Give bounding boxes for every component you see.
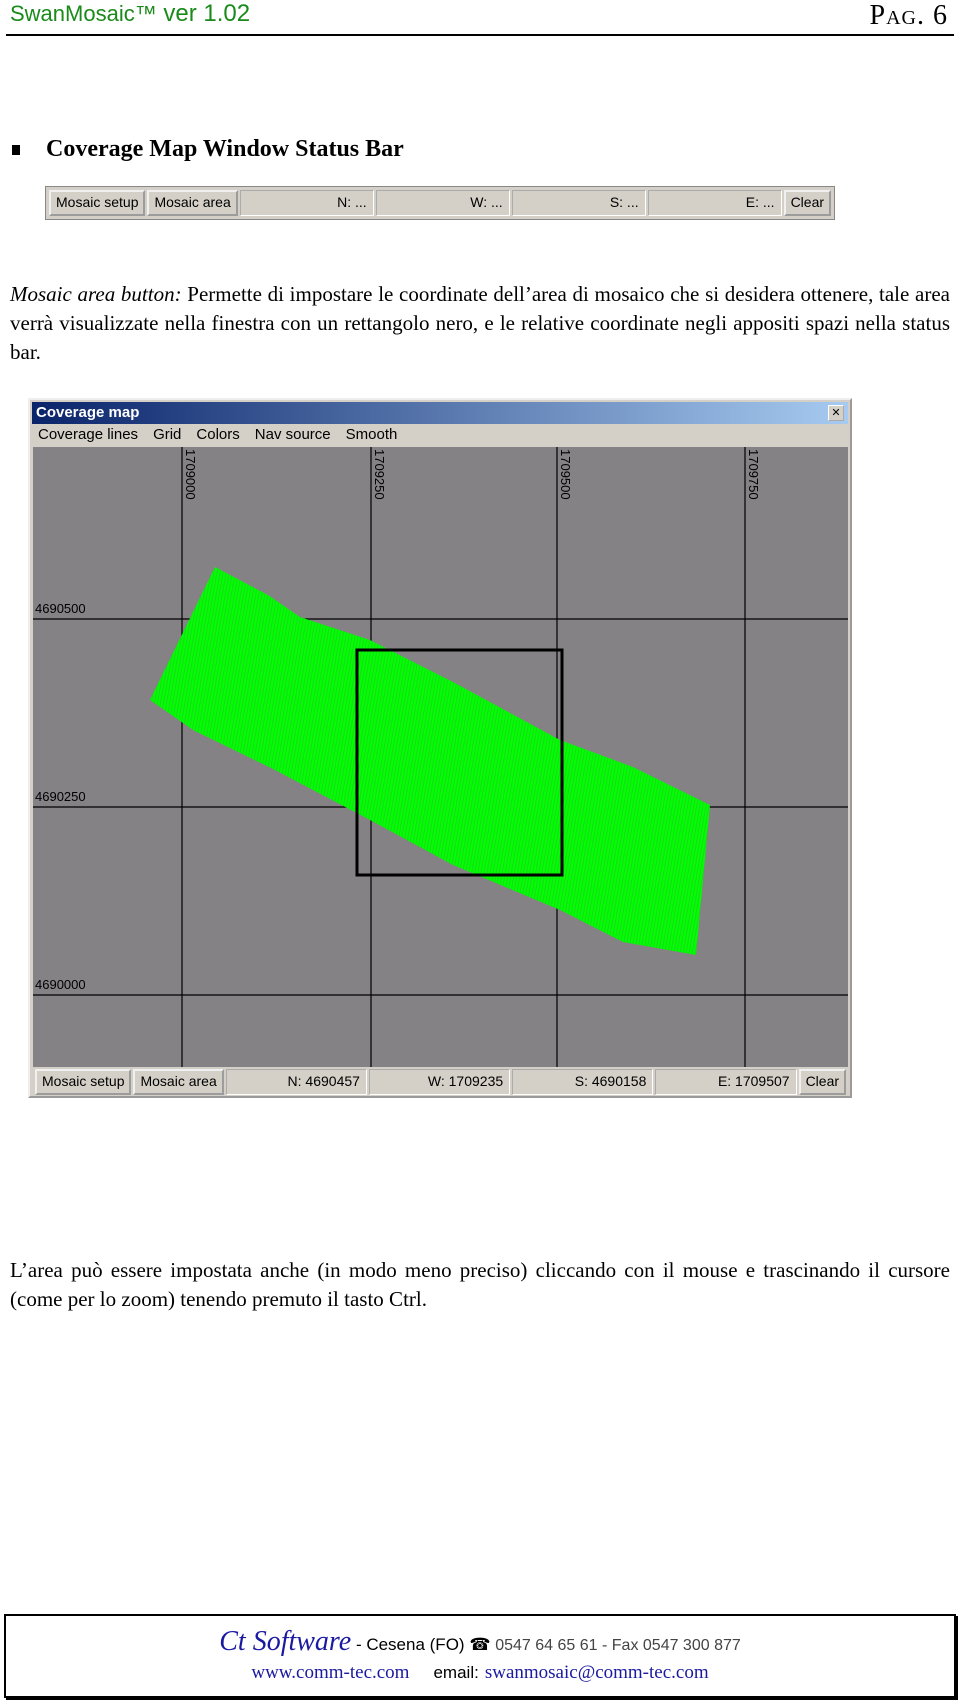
east-field: E: 1709507 <box>655 1069 797 1095</box>
email-label: email: <box>433 1663 479 1682</box>
statusbar-example: Mosaic setup Mosaic area N: ... W: ... S… <box>45 186 835 220</box>
website-link[interactable]: www.comm-tec.com <box>251 1662 409 1683</box>
x-label: 1709250 <box>372 449 387 500</box>
section-heading: Coverage Map Window Status Bar <box>12 136 404 163</box>
west-field: W: 1709235 <box>368 1069 511 1095</box>
page-number: Pag. 6 <box>869 0 948 31</box>
coverage-map-window: Coverage map ✕ Coverage lines Grid Color… <box>28 398 852 1098</box>
footer: Ct Software - Cesena (FO) ☎ 0547 64 65 6… <box>4 1614 956 1698</box>
window-statusbar: Mosaic setup Mosaic area N: 4690457 W: 1… <box>33 1068 848 1096</box>
paragraph-mosaic-area: Mosaic area button: Permette di impostar… <box>10 280 950 367</box>
y-label: 4690000 <box>35 977 86 992</box>
close-icon[interactable]: ✕ <box>828 405 844 421</box>
south-field: S: 4690158 <box>512 1069 654 1095</box>
email-link[interactable]: swanmosaic@comm-tec.com <box>485 1662 709 1683</box>
phone: 0547 64 65 61 - Fax 0547 300 877 <box>495 1637 741 1654</box>
paragraph-label: Mosaic area button: <box>10 282 182 306</box>
mosaic-setup-button[interactable]: Mosaic setup <box>49 190 146 216</box>
y-label: 4690500 <box>35 601 86 616</box>
clear-button[interactable]: Clear <box>783 190 832 216</box>
y-label: 4690250 <box>35 789 86 804</box>
east-field: E: ... <box>647 190 782 216</box>
header-product: SwanMosaic™ ver 1.02 <box>10 0 250 28</box>
west-field: W: ... <box>375 190 510 216</box>
window-title: Coverage map <box>36 404 140 421</box>
menu-colors[interactable]: Colors <box>196 426 239 443</box>
mosaic-area-button[interactable]: Mosaic area <box>133 1069 224 1095</box>
x-label: 1709000 <box>183 449 198 500</box>
menu-grid[interactable]: Grid <box>153 426 181 443</box>
menu-bar: Coverage lines Grid Colors Nav source Sm… <box>38 426 397 443</box>
title-bar: Coverage map ✕ <box>32 402 848 424</box>
north-field: N: 4690457 <box>225 1069 367 1095</box>
menu-nav-source[interactable]: Nav source <box>255 426 331 443</box>
mosaic-setup-button[interactable]: Mosaic setup <box>35 1069 132 1095</box>
bullet-icon <box>12 145 20 156</box>
brand-logo: Ct Software <box>219 1626 352 1657</box>
version: ver 1.02 <box>163 0 251 27</box>
paragraph-ctrl-drag: L’area può essere impostata anche (in mo… <box>10 1258 950 1311</box>
product-name: SwanMosaic™ <box>10 1 157 26</box>
x-label: 1709500 <box>558 449 573 500</box>
clear-button[interactable]: Clear <box>798 1069 847 1095</box>
x-label: 1709750 <box>746 449 761 500</box>
city: - Cesena (FO) <box>351 1635 470 1654</box>
coverage-swath <box>150 567 710 955</box>
section-title: Coverage Map Window Status Bar <box>46 136 404 162</box>
mosaic-area-button[interactable]: Mosaic area <box>147 190 238 216</box>
header-rule <box>6 34 954 36</box>
map-canvas[interactable]: 1709000 1709250 1709500 1709750 4690500 … <box>33 447 848 1067</box>
menu-smooth[interactable]: Smooth <box>346 426 398 443</box>
phone-icon: ☎ <box>469 1635 491 1654</box>
menu-coverage-lines[interactable]: Coverage lines <box>38 426 138 443</box>
north-field: N: ... <box>239 190 374 216</box>
south-field: S: ... <box>511 190 646 216</box>
map-drawing <box>33 447 848 1067</box>
